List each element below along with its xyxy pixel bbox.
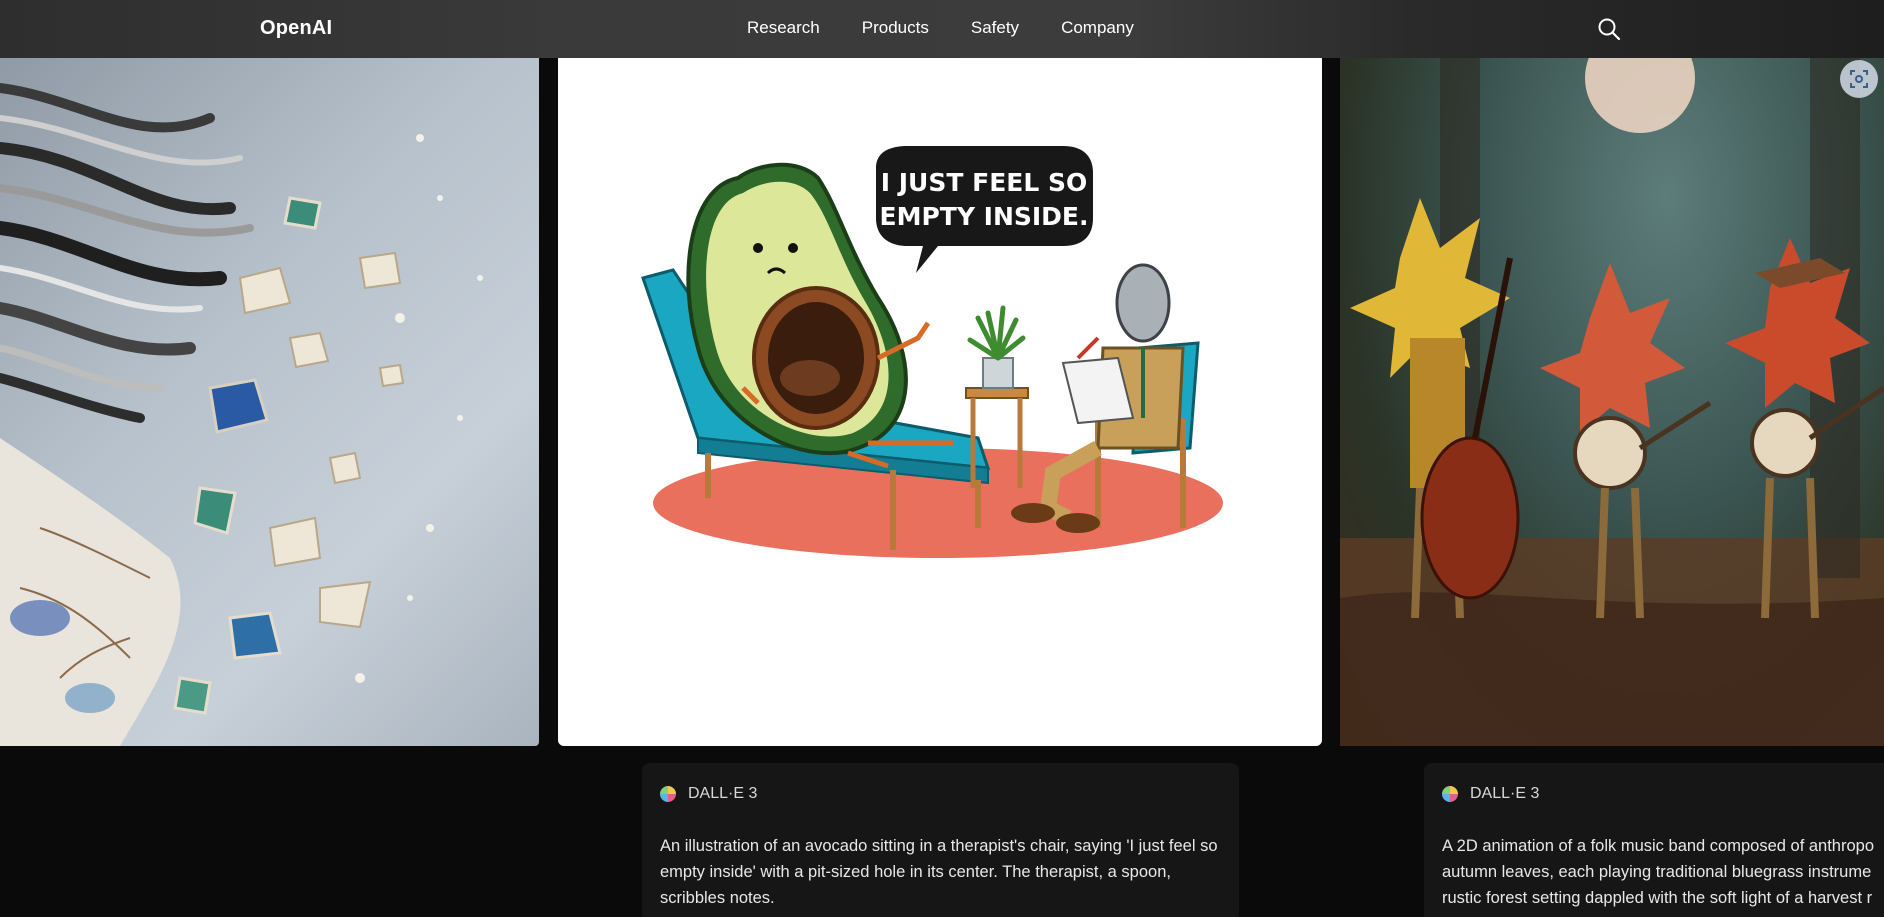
page: OpenAI Research Products Safety Company [0,0,1884,917]
top-navigation: OpenAI Research Products Safety Company [0,0,1884,58]
model-name: DALL·E 3 [1470,785,1540,802]
openai-logo[interactable]: OpenAI [260,17,332,40]
model-tag: DALL·E 3 [660,785,757,803]
model-name: DALL·E 3 [688,785,758,802]
speech-bubble-line-2: EMPTY INSIDE. [880,202,1089,231]
caption-line: autumn leaves, each playing traditional … [1442,863,1872,881]
caption-text: An illustration of an avocado sitting in… [660,837,1218,907]
expand-icon[interactable] [1840,60,1878,98]
gallery-image-avocado[interactable]: I JUST FEEL SO EMPTY INSIDE. [558,58,1322,746]
gallery-image-leaf-band[interactable] [1340,58,1884,746]
model-tag: DALL·E 3 [1442,785,1539,803]
caption-line: A 2D animation of a folk music band comp… [1442,837,1875,855]
speech-bubble-line-1: I JUST FEEL SO [881,168,1088,197]
nav-links: Research Products Safety Company [747,18,1176,38]
nav-safety[interactable]: Safety [971,18,1019,38]
caption-card-avocado: DALL·E 3 An illustration of an avocado s… [642,763,1239,917]
nav-company[interactable]: Company [1061,18,1134,38]
nav-products[interactable]: Products [862,18,929,38]
gallery-image-ceramic[interactable] [0,58,539,746]
dalle-logo-icon [1442,786,1458,802]
caption-text: A 2D animation of a folk music band comp… [1442,833,1884,911]
nav-research[interactable]: Research [747,18,820,38]
dalle-logo-icon [660,786,676,802]
caption-card-leaf-band: DALL·E 3 A 2D animation of a folk music … [1424,763,1884,917]
caption-line: rustic forest setting dappled with the s… [1442,889,1873,907]
search-icon[interactable] [1596,16,1622,42]
